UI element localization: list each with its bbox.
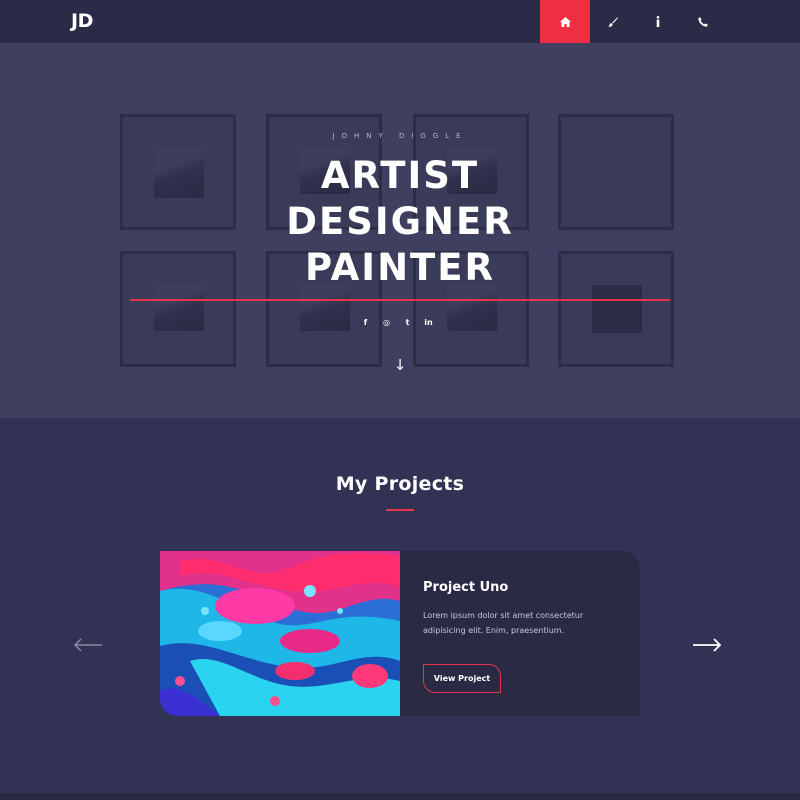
nav-portfolio-button[interactable] [590,0,635,43]
artwork-image [447,285,497,331]
hero-section: JOHNY DIGGLE ARTIST DESIGNER PAINTER f ◎… [0,43,800,418]
hero-title-line: ARTIST [320,154,480,197]
scroll-down-icon[interactable]: ↓ [393,356,407,374]
nav-icon-bar [540,0,725,43]
phone-icon [697,16,708,27]
project-title: Project Uno [423,580,509,595]
artwork-image [154,285,204,331]
instagram-icon[interactable]: ◎ [381,317,392,328]
artwork-image [300,285,350,331]
section-divider [386,509,414,511]
hero-title-line: DESIGNER [286,200,514,243]
arrow-left-icon[interactable] [72,633,104,657]
nav-contact-button[interactable] [680,0,725,43]
hero-title-line: PAINTER [304,246,496,289]
project-card: Project Uno Lorem ipsum dolor sit amet c… [160,551,640,716]
nav-home-button[interactable] [540,0,590,43]
project-image [160,551,400,716]
artwork-image [592,285,642,333]
nav-about-button[interactable] [635,0,680,43]
footer-strip [0,793,800,800]
info-icon [656,16,659,27]
site-logo[interactable]: JD [71,10,93,32]
paintbrush-icon [607,16,618,27]
project-description: Lorem ipsum dolor sit amet consectetur a… [423,611,584,635]
hero-divider [130,299,670,301]
projects-section: My Projects Project Uno Lorem ipsum dolo… [0,418,800,793]
view-project-button[interactable]: View Project [423,664,501,693]
social-links: f ◎ t in [360,317,434,328]
project-card-body: Project Uno Lorem ipsum dolor sit amet c… [423,551,623,716]
home-icon [559,16,571,27]
arrow-right-icon[interactable] [691,633,723,657]
navbar: JD [0,0,800,43]
linkedin-icon[interactable]: in [423,317,434,328]
hero-eyebrow: JOHNY DIGGLE [332,132,468,140]
section-title: My Projects [335,473,465,495]
fluid-art-image [160,551,400,716]
twitter-icon[interactable]: t [402,317,413,328]
facebook-icon[interactable]: f [360,317,371,328]
